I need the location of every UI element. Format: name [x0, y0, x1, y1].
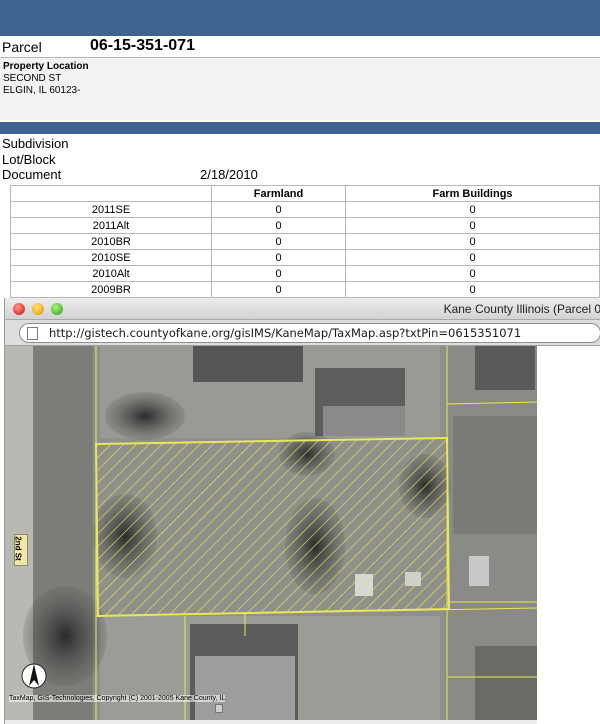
year-cell: 2009BR — [10, 281, 212, 298]
year-cell: 2010SE — [10, 249, 212, 266]
table-row: 2011Alt 0 0 — [10, 217, 600, 234]
farm-buildings-cell: 0 — [345, 201, 600, 218]
zoom-window-button[interactable] — [51, 303, 63, 315]
address-bar[interactable]: http://gistech.countyofkane.org/gisIMS/K… — [19, 323, 600, 343]
minimize-window-button[interactable] — [32, 303, 44, 315]
property-city: ELGIN, IL 60123- — [3, 85, 81, 96]
table-row: 2010BR 0 0 — [10, 233, 600, 250]
street-label-text: 2nd St — [13, 536, 23, 561]
map-copyright: TaxMap, GIS-Technologies, Copyright (C) … — [9, 695, 226, 702]
year-cell: 2011SE — [10, 201, 212, 218]
subdivision-label: Subdivision — [2, 136, 69, 151]
table-row: 2009BR 0 0 — [10, 281, 600, 298]
page-icon — [27, 327, 38, 340]
farm-table-header: Farmland Farm Buildings — [10, 185, 600, 202]
document-value: 2/18/2010 — [200, 167, 258, 182]
aerial-photo — [5, 346, 537, 720]
parcel-label: Parcel — [2, 39, 42, 55]
north-arrow-icon — [21, 663, 47, 689]
farmland-cell: 0 — [211, 265, 346, 282]
parcel-header: Parcel 06-15-351-071 — [0, 36, 600, 58]
year-cell: 2010BR — [10, 233, 212, 250]
year-cell: 2010Alt — [10, 265, 212, 282]
column-header — [10, 185, 212, 202]
table-row: 2010Alt 0 0 — [10, 265, 600, 282]
farmland-cell: 0 — [211, 249, 346, 266]
browser-window: Kane County Illinois (Parcel 0 http://gi… — [4, 298, 600, 724]
lotblock-label: Lot/Block — [2, 152, 56, 167]
document-label: Document — [2, 167, 62, 182]
map-scroll-button[interactable] — [215, 704, 223, 713]
property-street: SECOND ST — [3, 73, 62, 84]
farm-buildings-cell: 0 — [345, 265, 600, 282]
browser-titlebar[interactable]: Kane County Illinois (Parcel 0 — [5, 298, 600, 320]
column-header-farmland: Farmland — [211, 185, 346, 202]
property-location-title: Property Location — [3, 61, 89, 72]
page-blank-area — [537, 346, 600, 724]
property-location-box: Property Location SECOND ST ELGIN, IL 60… — [0, 58, 600, 120]
close-window-button[interactable] — [13, 303, 25, 315]
farmland-cell: 0 — [211, 217, 346, 234]
table-row: 2010SE 0 0 — [10, 249, 600, 266]
browser-toolbar: http://gistech.countyofkane.org/gisIMS/K… — [5, 320, 600, 346]
url-text[interactable]: http://gistech.countyofkane.org/gisIMS/K… — [49, 326, 521, 340]
farm-buildings-cell: 0 — [345, 249, 600, 266]
farmland-cell: 0 — [211, 201, 346, 218]
farmland-cell: 0 — [211, 281, 346, 298]
section-divider-bar — [0, 122, 600, 134]
aerial-map[interactable]: 2nd St TaxMap, GIS-Technologies, Copyrig… — [5, 346, 537, 720]
top-banner — [0, 0, 600, 36]
column-header-farm-buildings: Farm Buildings — [345, 185, 600, 202]
year-cell: 2011Alt — [10, 217, 212, 234]
farm-buildings-cell: 0 — [345, 233, 600, 250]
farmland-cell: 0 — [211, 233, 346, 250]
farm-buildings-cell: 0 — [345, 217, 600, 234]
parcel-number: 06-15-351-071 — [90, 37, 195, 54]
window-title: Kane County Illinois (Parcel 0 — [443, 302, 600, 316]
street-label: 2nd St — [14, 534, 28, 566]
farm-buildings-cell: 0 — [345, 281, 600, 298]
farm-table: Farmland Farm Buildings 2011SE 0 0 2011A… — [10, 185, 600, 298]
table-row: 2011SE 0 0 — [10, 201, 600, 218]
